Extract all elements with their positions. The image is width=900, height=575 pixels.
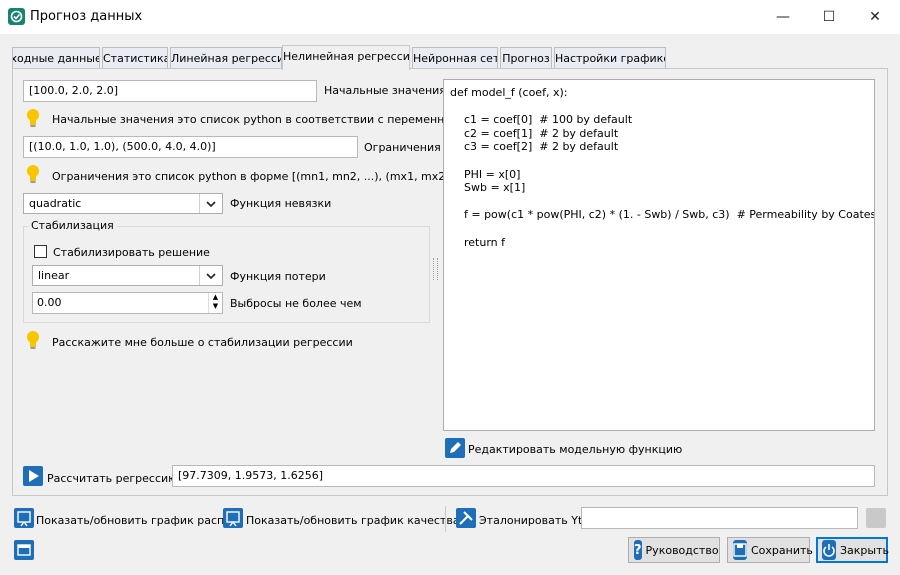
stabilization-title: Стабилизация bbox=[28, 219, 117, 232]
window-title: Прогноз данных bbox=[30, 9, 143, 24]
edit-model-label[interactable]: Редактировать модельную функцию bbox=[468, 443, 682, 456]
calc-regression-label[interactable]: Рассчитать регрессию bbox=[47, 472, 177, 485]
close-label: Закрыть bbox=[840, 543, 889, 557]
toolbar-separator bbox=[445, 506, 446, 532]
loss-function-value: linear bbox=[38, 269, 70, 282]
loss-function-label: Функция потери bbox=[230, 270, 326, 283]
chevron-down-icon bbox=[199, 266, 222, 285]
save-label: Сохранить bbox=[751, 543, 813, 557]
stabilize-label: Стабилизировать решение bbox=[53, 246, 210, 259]
show-quality-button[interactable]: Показать/обновить график качества bbox=[246, 514, 460, 527]
maximize-button[interactable]: ☐ bbox=[806, 0, 852, 34]
loss-function-select[interactable]: linear bbox=[32, 265, 223, 286]
tab-input-data[interactable]: Входные данные bbox=[12, 47, 100, 69]
stabilize-checkbox[interactable] bbox=[34, 245, 47, 258]
residual-function-value: quadratic bbox=[29, 197, 82, 210]
lightbulb-icon[interactable] bbox=[25, 330, 41, 350]
constraints-input[interactable]: [(10.0, 1.0, 1.0), (500.0, 4.0, 4.0)] bbox=[23, 136, 358, 158]
residual-function-label: Функция невязки bbox=[230, 197, 332, 210]
close-window-button[interactable]: ✕ bbox=[852, 0, 898, 34]
calibrate-button[interactable]: Эталонировать Yt bbox=[479, 514, 582, 527]
initial-values-label: Начальные значения bbox=[324, 84, 446, 97]
residual-function-select[interactable]: quadratic bbox=[23, 193, 223, 214]
tools-icon[interactable] bbox=[456, 508, 476, 528]
save-button[interactable]: Сохранить bbox=[727, 537, 813, 563]
outliers-label: Выбросы не более чем bbox=[230, 297, 362, 310]
minimize-button[interactable]: — bbox=[760, 0, 806, 34]
chart-icon[interactable] bbox=[223, 508, 243, 528]
regression-result-field[interactable]: [97.7309, 1.9573, 1.6256] bbox=[172, 465, 875, 487]
power-icon bbox=[822, 540, 836, 560]
show-distribution-button[interactable]: Показать/обновить график распр. bbox=[36, 514, 235, 527]
tab-statistics[interactable]: Статистика bbox=[102, 47, 168, 69]
lightbulb-icon bbox=[25, 108, 41, 128]
initial-values-input[interactable]: [100.0, 2.0, 2.0] bbox=[23, 80, 317, 102]
splitter-handle[interactable] bbox=[433, 258, 438, 280]
tab-nonlinear-regression[interactable]: Нелинейная регрессия bbox=[282, 45, 410, 70]
save-icon bbox=[733, 540, 747, 560]
app-icon bbox=[8, 8, 25, 25]
outliers-value: 0.00 bbox=[37, 296, 62, 309]
clipboard-icon bbox=[866, 508, 886, 528]
spin-arrows-icon[interactable]: ▲ ▼ bbox=[208, 293, 222, 313]
lightbulb-icon bbox=[25, 164, 41, 184]
tab-chart-settings[interactable]: Настройки графиков bbox=[554, 47, 666, 69]
tab-neural-network[interactable]: Нейронная сеть bbox=[412, 47, 498, 69]
pencil-icon[interactable] bbox=[445, 438, 465, 458]
stabilization-more-link[interactable]: Расскажите мне больше о стабилизации рег… bbox=[52, 336, 353, 349]
close-button[interactable]: Закрыть bbox=[816, 537, 889, 563]
tab-bar: Входные данные Статистика Линейная регре… bbox=[12, 45, 892, 70]
play-icon[interactable] bbox=[23, 466, 43, 486]
constraints-label: Ограничения bbox=[364, 141, 441, 154]
chart-icon[interactable] bbox=[14, 508, 34, 528]
constraints-hint: Ограничения это список python в форме [(… bbox=[52, 170, 472, 183]
outliers-spinbox[interactable]: 0.00 ▲ ▼ bbox=[32, 292, 223, 314]
tab-linear-regression[interactable]: Линейная регрессия bbox=[170, 47, 282, 69]
window-icon[interactable] bbox=[14, 540, 34, 560]
title-bar: Прогноз данных — ☐ ✕ bbox=[0, 0, 900, 34]
guide-label: Руководство bbox=[645, 543, 719, 557]
guide-button[interactable]: ? Руководство bbox=[628, 537, 720, 563]
calibrate-input[interactable] bbox=[581, 507, 858, 529]
help-icon: ? bbox=[634, 540, 642, 560]
initial-values-hint: Начальные значения это список python в с… bbox=[52, 113, 492, 126]
chevron-down-icon bbox=[199, 194, 222, 213]
model-function-editor[interactable]: def model_f (coef, x): c1 = coef[0] # 10… bbox=[443, 79, 875, 431]
tab-forecast[interactable]: Прогноз bbox=[500, 47, 552, 69]
